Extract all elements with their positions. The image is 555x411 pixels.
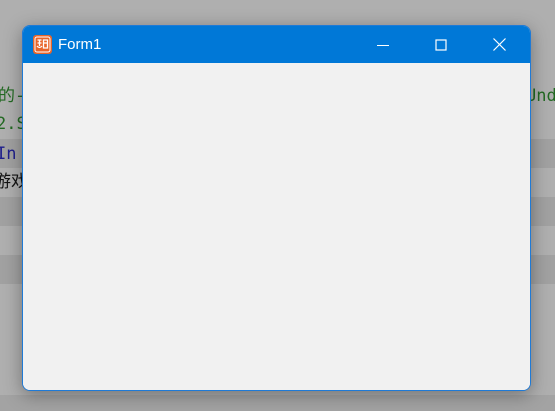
minimize-icon (377, 44, 389, 46)
title-bar[interactable]: Form1 (23, 26, 530, 63)
minimize-button[interactable] (360, 26, 406, 63)
maximize-button[interactable] (418, 26, 464, 63)
window-title: Form1 (58, 36, 102, 53)
close-icon (492, 38, 506, 51)
app-icon (33, 35, 52, 54)
maximize-icon (435, 38, 447, 51)
form-client-area[interactable] (23, 63, 530, 390)
form-window[interactable]: Form1 (22, 25, 531, 391)
close-button[interactable] (476, 26, 522, 63)
